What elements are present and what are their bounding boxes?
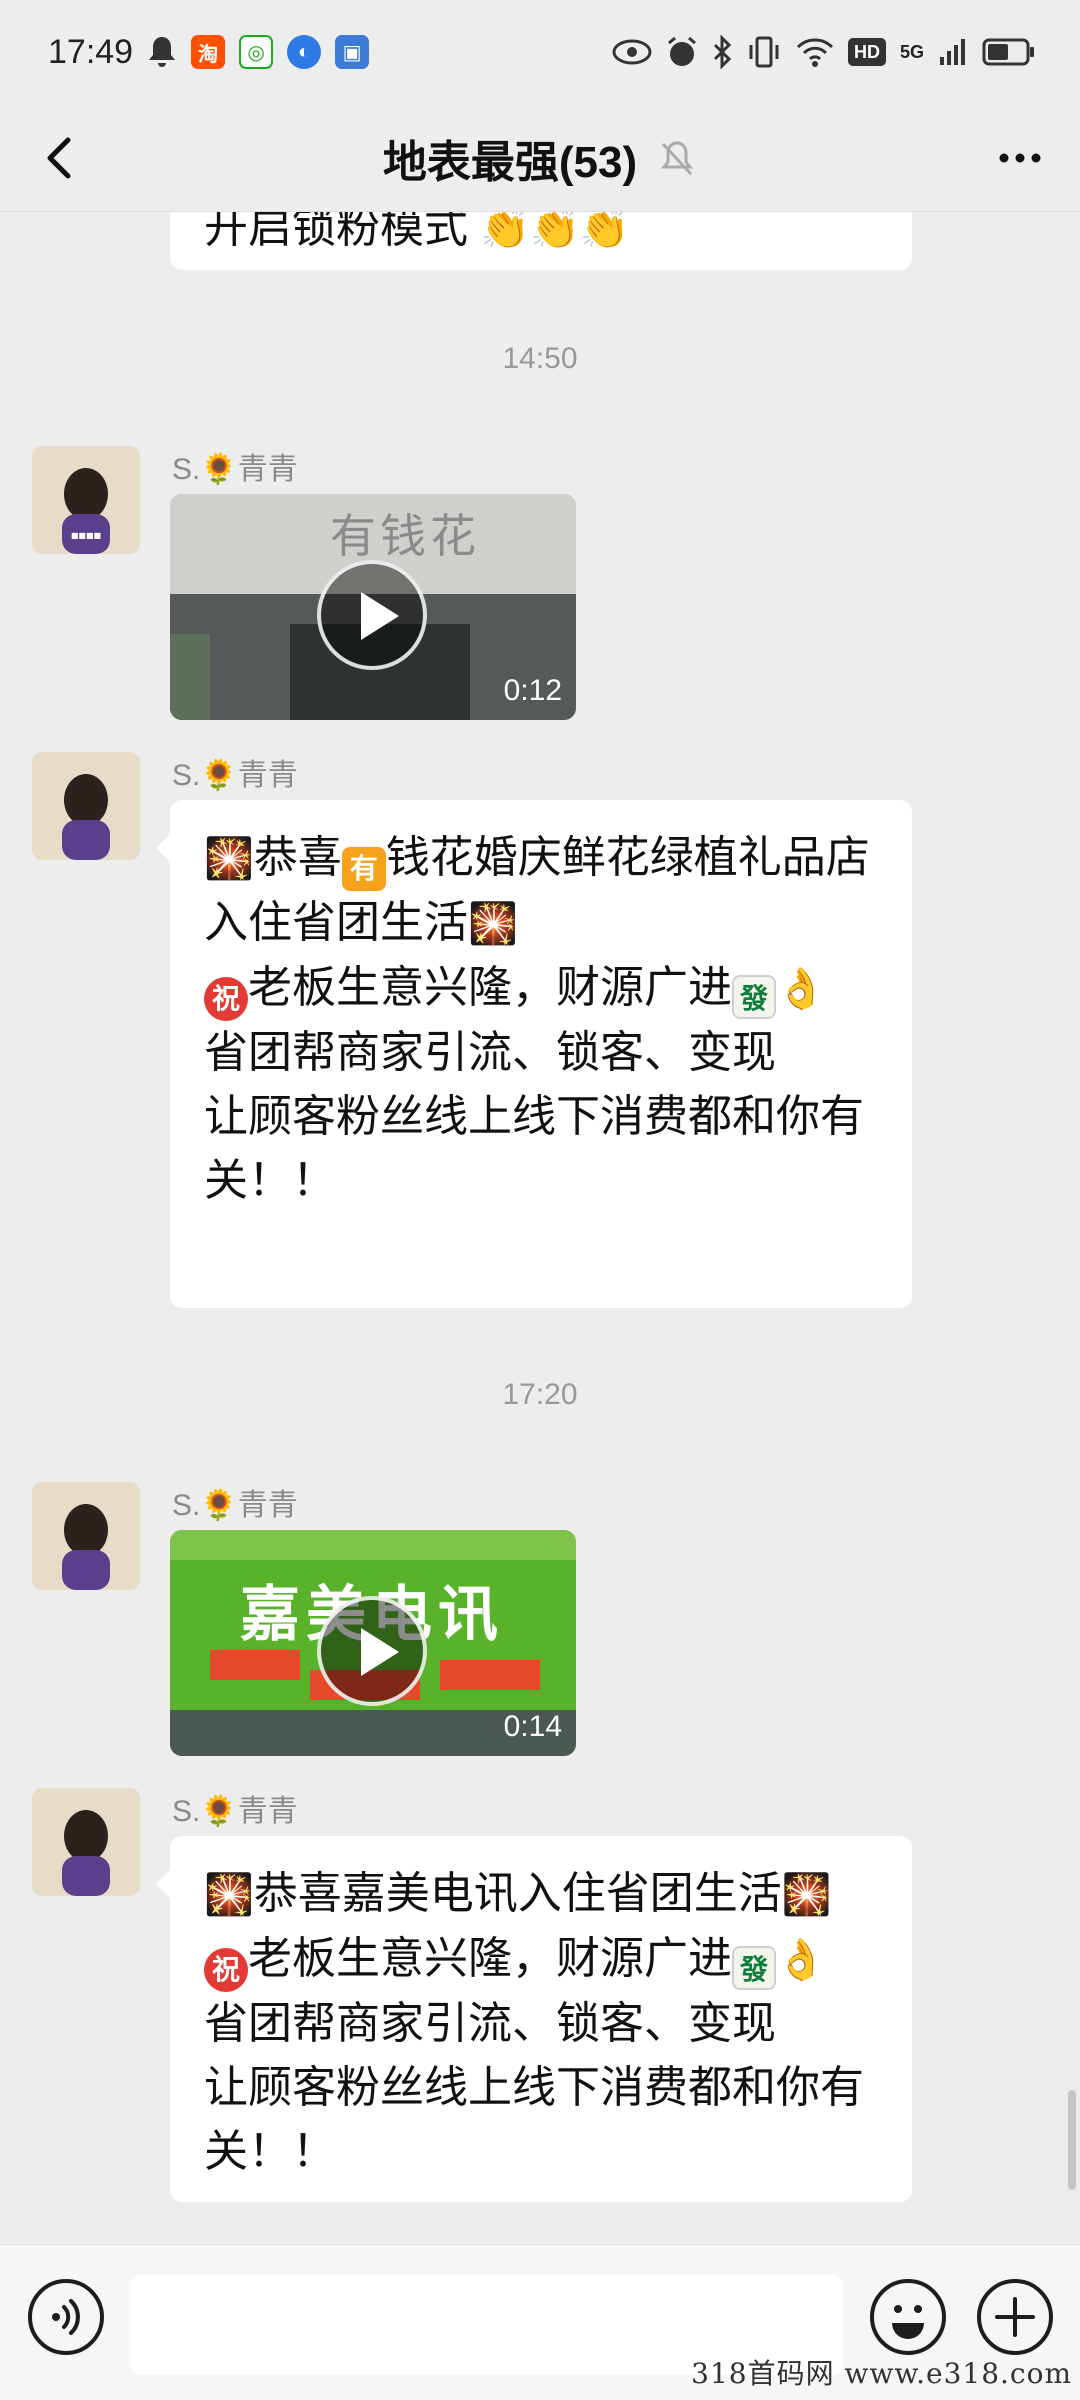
you-emoji-icon: 有 (341, 847, 386, 891)
fireworks-emoji-icon: 🎇 (468, 902, 518, 946)
play-icon[interactable] (317, 1596, 427, 1706)
voice-input-button[interactable] (28, 2279, 104, 2355)
fireworks-emoji-icon: 🎇 (781, 1873, 832, 1917)
mahjong-fa-emoji-icon: 發 (732, 975, 776, 1019)
video-message[interactable]: 嘉美电讯 0:14 (170, 1530, 576, 1756)
ok-hand-emoji-icon: 👌 (776, 1938, 826, 1982)
timestamp: 17:20 (502, 1378, 578, 1411)
more-options-button[interactable] (990, 130, 1050, 186)
battery-icon (982, 34, 1036, 70)
network-label: 5G (899, 42, 924, 62)
message-line: 省团帮商家引流、锁客、变现 (204, 1999, 776, 2048)
video-duration: 0:12 (503, 674, 562, 707)
play-icon[interactable] (317, 560, 427, 670)
sender-name: S.🌻青青 (172, 759, 298, 792)
chat-header: 地表最强(53) (0, 104, 1080, 212)
chat-message-list[interactable]: 开启锁粉模式 👏👏👏 14:50 ■■■■ S.🌻青青 有钱花 0:12 S.🌻… (0, 212, 1080, 2244)
clap-emoji-icon: 👏👏👏 (480, 212, 630, 251)
message-bubble[interactable]: 🎇恭喜有钱花婚庆鲜花绿植礼品店 入住省团生活🎇 祝老板生意兴隆，财源广进發 👌 省… (156, 800, 912, 1308)
message-line: 🎇恭喜嘉美电讯入住省团生活🎇 (204, 1869, 832, 1918)
message-line: 祝老板生意兴隆，财源广进發 👌 (204, 956, 878, 1021)
video-sign-text: 有钱花 (330, 509, 480, 563)
video-duration: 0:14 (503, 1710, 562, 1743)
status-time: 17:49 (48, 32, 134, 71)
message-line: 入住省团生活🎇 (204, 898, 518, 947)
fireworks-emoji-icon: 🎇 (204, 837, 254, 881)
avatar[interactable] (32, 752, 140, 860)
back-button[interactable] (34, 130, 90, 186)
zhu-emoji-icon: 祝 (204, 977, 248, 1021)
signal-icon (938, 34, 968, 70)
svg-text:■■■■: ■■■■ (71, 531, 101, 540)
hd-badge: HD (847, 38, 886, 66)
timestamp: 14:50 (502, 342, 578, 375)
message-bubble-partial[interactable]: 开启锁粉模式 👏👏👏 (170, 212, 912, 270)
bluetooth-icon (712, 34, 732, 70)
bell-icon (147, 34, 177, 70)
sender-name: S.🌻青青 (172, 1795, 298, 1828)
emoji-button[interactable] (870, 2279, 946, 2355)
chat-app-icon: ◎ (239, 35, 274, 69)
message-line: 让顾客粉丝线上线下消费都和你有关！！ (204, 2063, 864, 2176)
mahjong-fa-emoji-icon: 發 (732, 1946, 776, 1990)
id-app-icon: ▣ (335, 35, 370, 69)
chat-title: 地表最强(53) (382, 137, 638, 187)
eye-icon (612, 34, 652, 70)
vibrate-icon (746, 34, 782, 70)
avatar[interactable] (32, 1788, 140, 1896)
browser-app-icon: ◐ (287, 35, 322, 69)
wifi-icon (796, 34, 834, 70)
watermark: 318首码网 www.e318.com (691, 2357, 1072, 2390)
fireworks-emoji-icon: 🎇 (204, 1873, 254, 1917)
status-bar: 17:49 淘 ◎ ◐ ▣ HD 5G (0, 0, 1080, 104)
ok-hand-emoji-icon: 👌 (776, 967, 826, 1011)
avatar[interactable] (32, 1482, 140, 1590)
scrollbar[interactable] (1068, 2090, 1076, 2190)
message-line: 🎇恭喜有钱花婚庆鲜花绿植礼品店 (204, 826, 878, 891)
video-message[interactable]: 有钱花 0:12 (170, 494, 576, 720)
zhu-emoji-icon: 祝 (204, 1948, 248, 1992)
more-functions-button[interactable] (977, 2279, 1053, 2355)
mute-bell-icon (657, 138, 697, 178)
message-text: 开启锁粉模式 (204, 212, 468, 252)
message-line: 让顾客粉丝线上线下消费都和你有关！！ (204, 1092, 864, 1205)
message-bubble[interactable]: 🎇恭喜嘉美电讯入住省团生活🎇 祝老板生意兴隆，财源广进發 👌 省团帮商家引流、锁客… (156, 1836, 912, 2202)
message-line: 省团帮商家引流、锁客、变现 (204, 1028, 776, 1077)
alarm-icon (666, 34, 698, 70)
message-line: 祝老板生意兴隆，财源广进發 👌 (204, 1927, 878, 1992)
sender-name: S.🌻青青 (172, 453, 298, 486)
sender-name: S.🌻青青 (172, 1489, 298, 1522)
avatar[interactable]: ■■■■ (32, 446, 140, 554)
taobao-app-icon: 淘 (191, 35, 226, 69)
